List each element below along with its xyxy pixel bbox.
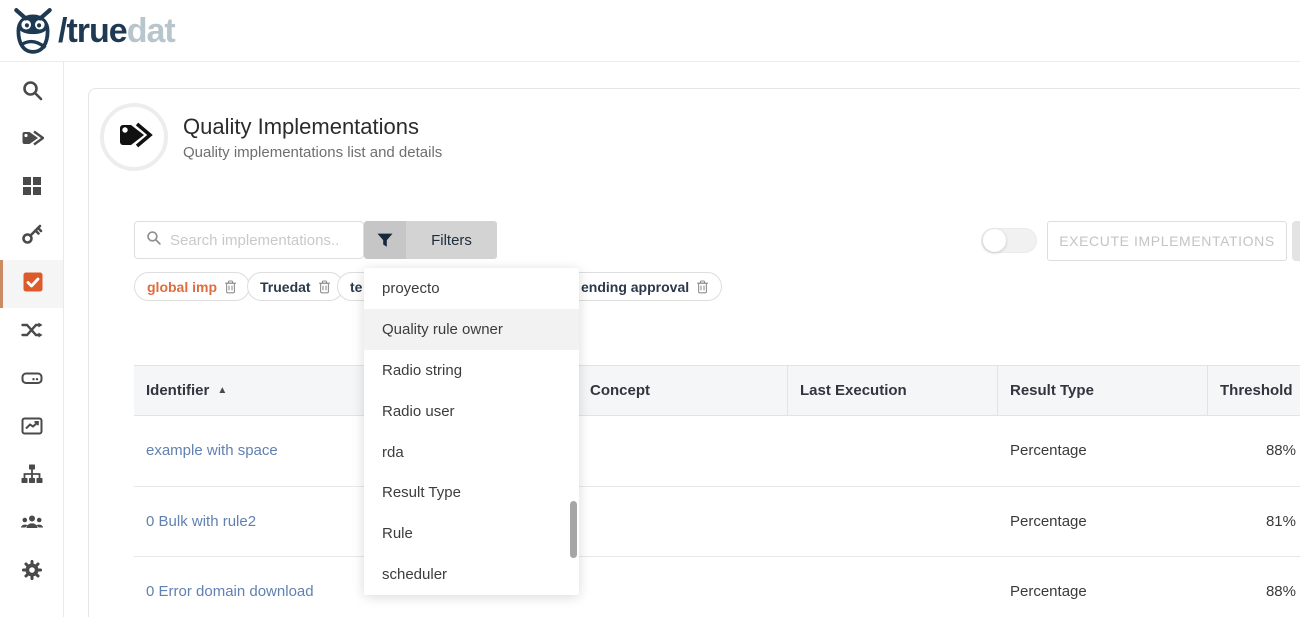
dropdown-item[interactable]: Rule — [364, 513, 579, 554]
sidebar-item-settings[interactable] — [0, 548, 63, 596]
grid-icon — [20, 174, 44, 203]
logo-text-dat: dat — [127, 12, 175, 50]
trash-icon[interactable] — [696, 280, 709, 294]
concept-cell — [578, 416, 788, 486]
sidebar-item-dashboards[interactable] — [0, 404, 63, 452]
result-type-cell: Percentage — [998, 557, 1208, 617]
threshold-cell: 88% — [1208, 416, 1300, 486]
sitemap-icon — [20, 462, 44, 491]
table-header-row: Identifier ▲ Concept Last Execution Resu… — [134, 365, 1300, 416]
dropdown-item[interactable]: proyecto — [364, 268, 579, 309]
page-title: Quality Implementations — [183, 114, 419, 140]
trash-icon[interactable] — [224, 280, 237, 294]
dropdown-item[interactable]: Radio user — [364, 391, 579, 432]
search-box — [134, 221, 364, 259]
sidebar-item-users[interactable] — [0, 500, 63, 548]
chip-label: global imp — [147, 279, 217, 295]
result-type-cell: Percentage — [998, 487, 1208, 557]
sidebar-item-quality[interactable] — [0, 260, 63, 308]
sidebar-item-catalog[interactable] — [0, 164, 63, 212]
search-input[interactable] — [170, 232, 350, 249]
sidebar-item-access[interactable] — [0, 212, 63, 260]
dropdown-scrollbar[interactable] — [570, 501, 577, 558]
dropdown-item[interactable]: scheduler — [364, 554, 579, 595]
filters-label: Filters — [406, 221, 497, 259]
quality-badge — [100, 103, 168, 171]
sidebar-item-structures[interactable] — [0, 452, 63, 500]
filter-chip[interactable]: Truedat — [247, 272, 344, 301]
sidebar-item-sources[interactable] — [0, 356, 63, 404]
gear-icon — [20, 558, 44, 587]
column-header-concept[interactable]: Concept — [578, 366, 788, 415]
dropdown-item[interactable]: Result Type — [364, 472, 579, 513]
filters-button[interactable]: Filters — [364, 221, 497, 259]
column-header-threshold[interactable]: Threshold — [1208, 366, 1300, 415]
filter-chip[interactable]: ending approval — [556, 272, 722, 301]
key-icon — [20, 222, 44, 251]
tag-badge-icon — [114, 115, 154, 160]
sidebar-nav — [0, 62, 64, 617]
dropdown-item[interactable]: rda — [364, 432, 579, 473]
tags-icon — [20, 126, 44, 155]
trash-icon[interactable] — [318, 280, 331, 294]
page: /truedat — [0, 0, 1300, 617]
search-icon — [145, 229, 162, 251]
table-row: 0 Error domain download Percentage 88% — [134, 557, 1300, 617]
table-row: 0 Bulk with rule2 Percentage 81% — [134, 487, 1300, 558]
column-header-last-execution[interactable]: Last Execution — [788, 366, 998, 415]
column-header-result-type[interactable]: Result Type — [998, 366, 1208, 415]
truedat-logo[interactable]: /truedat — [10, 7, 175, 55]
filter-chip[interactable]: global imp — [134, 272, 250, 301]
chart-icon — [20, 414, 44, 443]
page-subtitle: Quality implementations list and details — [183, 144, 442, 161]
concept-cell — [578, 487, 788, 557]
chip-label: ending approval — [581, 279, 689, 295]
sidebar-item-glossary[interactable] — [0, 116, 63, 164]
sidebar-item-search[interactable] — [0, 68, 63, 116]
search-icon — [20, 78, 44, 107]
drive-icon — [20, 366, 44, 395]
top-bar: /truedat — [0, 0, 1300, 62]
dropdown-item-highlighted[interactable]: Quality rule owner — [364, 309, 579, 350]
sidebar-item-lineage[interactable] — [0, 308, 63, 356]
edge-partial-button[interactable] — [1292, 221, 1300, 261]
funnel-icon — [364, 221, 406, 259]
last-execution-cell — [788, 416, 998, 486]
table-row: example with space Percentage 88% — [134, 416, 1300, 487]
chip-label: te — [350, 279, 362, 295]
threshold-cell: 81% — [1208, 487, 1300, 557]
check-square-icon — [21, 270, 45, 299]
toggle-knob — [983, 229, 1006, 252]
filters-dropdown: proyecto Quality rule owner Radio string… — [364, 268, 579, 595]
last-execution-cell — [788, 557, 998, 617]
last-execution-cell — [788, 487, 998, 557]
implementations-table: Identifier ▲ Concept Last Execution Resu… — [134, 365, 1300, 617]
logo-text-true: /true — [58, 12, 127, 50]
dropdown-item[interactable]: Radio string — [364, 350, 579, 391]
users-icon — [20, 510, 44, 539]
result-type-cell: Percentage — [998, 416, 1208, 486]
sort-asc-icon: ▲ — [217, 385, 227, 396]
owl-icon — [10, 7, 56, 55]
threshold-cell: 88% — [1208, 557, 1300, 617]
execute-toggle[interactable] — [981, 228, 1037, 253]
execute-implementations-button[interactable]: EXECUTE IMPLEMENTATIONS — [1047, 221, 1287, 261]
concept-cell — [578, 557, 788, 617]
shuffle-icon — [20, 318, 44, 347]
chip-label: Truedat — [260, 279, 311, 295]
